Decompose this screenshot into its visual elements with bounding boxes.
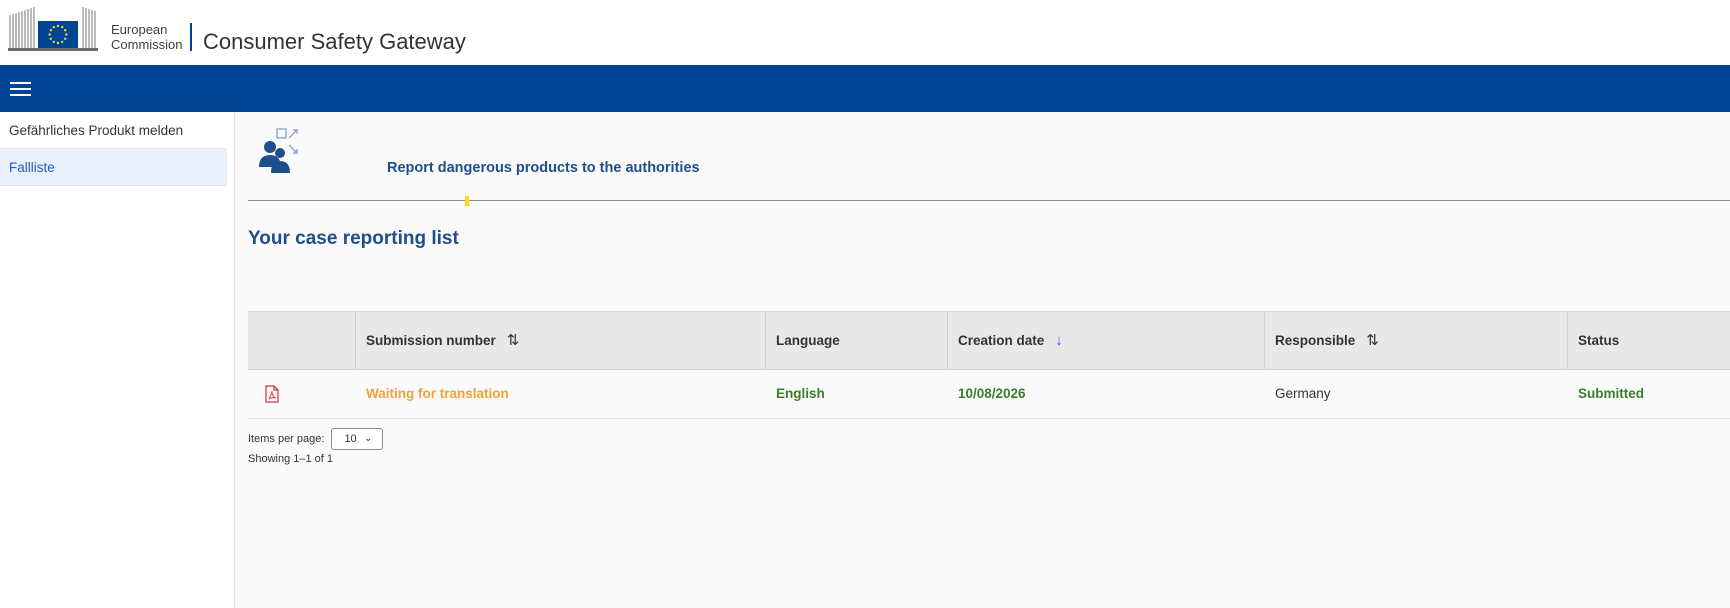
table-cell-language: English [766, 370, 948, 418]
pagination: Items per page: 10 ⌄ Showing 1–1 of 1 [248, 428, 384, 465]
site-title: Consumer Safety Gateway [203, 29, 466, 54]
table-cell-submission-number: Waiting for translation [356, 370, 766, 418]
sidebar-item-case-list[interactable]: Fallliste [0, 149, 227, 186]
site-header: European Commission Consumer Safety Gate… [0, 0, 1730, 65]
table-row: Waiting for translation English 10/08/20… [248, 370, 1730, 419]
sidebar-item-report-dangerous-product[interactable]: Gefährliches Produkt melden [0, 112, 227, 149]
column-header-label: Status [1578, 333, 1620, 348]
column-header-icon [248, 312, 356, 369]
divider-accent [465, 196, 469, 206]
table-cell-creation-date: 10/08/2026 [948, 370, 1265, 418]
sidebar-item-label: Gefährliches Produkt melden [9, 123, 184, 138]
items-per-page-label: Items per page: [248, 433, 325, 445]
showing-range: Showing 1–1 of 1 [248, 453, 334, 465]
organization-name-line1: European [111, 22, 168, 37]
section-divider [248, 200, 1730, 201]
submission-number-link[interactable]: Waiting for translation [366, 386, 509, 401]
column-header-label: Language [776, 333, 840, 348]
sidebar-item-label: Fallliste [9, 160, 55, 175]
column-header-responsible[interactable]: Responsible ⇅ [1265, 312, 1568, 369]
items-per-page-select[interactable]: 10 ⌄ [331, 428, 384, 450]
column-header-language: Language [766, 312, 948, 369]
sort-both-icon[interactable]: ⇅ [507, 312, 520, 369]
organization-name-line2: Commission [111, 37, 183, 52]
column-header-creation-date[interactable]: Creation date ↓ [948, 312, 1265, 369]
sort-desc-icon[interactable]: ↓ [1055, 312, 1063, 369]
report-users-icon [259, 128, 298, 173]
column-header-label: Responsible [1275, 333, 1356, 348]
table-cell-status: Submitted [1568, 370, 1730, 418]
main-content: Report dangerous products to the authori… [236, 112, 1730, 608]
column-header-label: Submission number [366, 333, 496, 348]
top-navbar [0, 65, 1730, 112]
logo-divider [190, 23, 192, 51]
chevron-down-icon: ⌄ [364, 433, 373, 444]
table-header: Submission number ⇅ Language Creation da… [248, 311, 1730, 370]
items-per-page-value: 10 [344, 433, 357, 445]
creation-date-value: 10/08/2026 [958, 386, 1026, 401]
organization-name: European Commission [111, 22, 183, 52]
responsible-value: Germany [1275, 386, 1331, 401]
column-header-submission-number[interactable]: Submission number ⇅ [356, 312, 766, 369]
pdf-icon[interactable] [265, 385, 279, 403]
hamburger-menu-icon[interactable] [10, 82, 31, 96]
report-heading: Report dangerous products to the authori… [387, 160, 700, 176]
table-cell-responsible: Germany [1265, 370, 1568, 418]
case-table: Submission number ⇅ Language Creation da… [248, 311, 1730, 419]
sort-both-icon[interactable]: ⇅ [1366, 312, 1379, 369]
page-title: Your case reporting list [248, 228, 459, 249]
table-cell-icon [248, 370, 356, 418]
sidebar: Gefährliches Produkt melden Fallliste [0, 112, 235, 608]
column-header-status: Status [1568, 312, 1730, 369]
column-header-label: Creation date [958, 333, 1045, 348]
status-badge: Submitted [1578, 386, 1644, 401]
language-value: English [776, 386, 825, 401]
